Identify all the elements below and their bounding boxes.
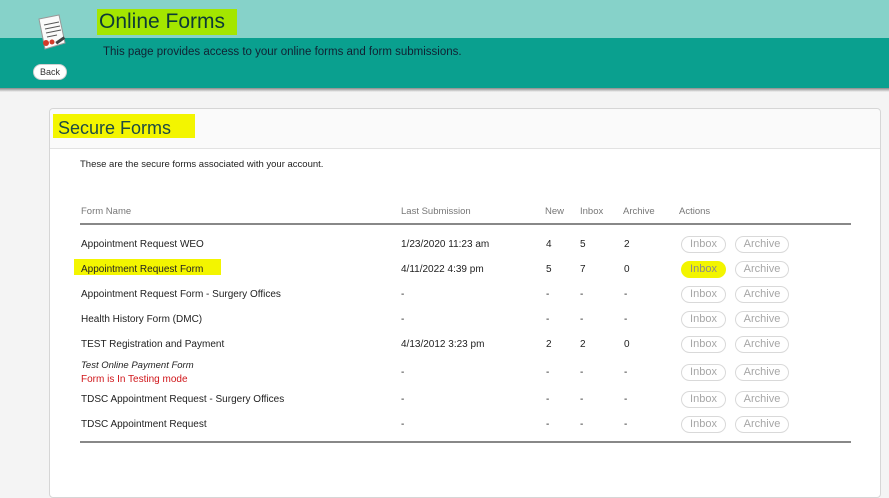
table-row: TDSC Appointment Request - Surgery Offic… [50, 391, 880, 417]
archive-count: - [624, 289, 628, 300]
inbox-count: 7 [580, 264, 586, 275]
card-header: Secure Forms [50, 109, 880, 149]
form-name: Appointment Request Form [81, 264, 204, 275]
inbox-button[interactable]: Inbox [681, 364, 726, 381]
inbox-count: 2 [580, 339, 586, 350]
form-name: TDSC Appointment Request [81, 419, 207, 430]
form-name: TDSC Appointment Request - Surgery Offic… [81, 394, 285, 405]
column-header-form-name: Form Name [81, 206, 132, 217]
testing-mode-status: Form is In Testing mode [81, 374, 188, 385]
archive-count: 0 [624, 264, 630, 275]
new-count: - [546, 367, 550, 378]
table-row: Appointment Request Form 4/11/2022 4:39 … [50, 259, 880, 287]
inbox-count: - [580, 314, 584, 325]
form-name: Appointment Request WEO [81, 239, 204, 250]
inbox-button[interactable]: Inbox [681, 416, 726, 433]
inbox-button[interactable]: Inbox [681, 236, 726, 253]
inbox-button[interactable]: Inbox [681, 261, 726, 278]
table-bottom-rule [80, 441, 851, 443]
header-shadow [0, 88, 889, 92]
table-row: TDSC Appointment Request - - - - Inbox A… [50, 416, 880, 442]
archive-count: - [624, 314, 628, 325]
secure-forms-card: Secure Forms These are the secure forms … [49, 108, 881, 498]
back-button[interactable]: Back [33, 64, 67, 80]
table-row: Test Online Payment Form Form is In Test… [50, 359, 880, 391]
last-submission: 4/13/2012 3:23 pm [401, 339, 485, 350]
new-count: - [546, 419, 550, 430]
inbox-count: 5 [580, 239, 586, 250]
column-header-new: New [545, 206, 565, 217]
table-top-rule [80, 223, 851, 225]
archive-button[interactable]: Archive [735, 391, 789, 408]
archive-button[interactable]: Archive [735, 416, 789, 433]
column-header-last-submission: Last Submission [401, 206, 471, 217]
inbox-count: - [580, 394, 584, 405]
form-name: Health History Form (DMC) [81, 314, 203, 325]
archive-count: - [624, 367, 628, 378]
archive-button[interactable]: Archive [735, 336, 789, 353]
last-submission: - [401, 289, 405, 300]
new-count: 2 [546, 339, 552, 350]
new-count: - [546, 314, 550, 325]
table-row: Appointment Request Form - Surgery Offic… [50, 286, 880, 312]
archive-button[interactable]: Archive [735, 364, 789, 381]
archive-count: 0 [624, 339, 630, 350]
archive-count: 2 [624, 239, 630, 250]
new-count: - [546, 289, 550, 300]
inbox-button[interactable]: Inbox [681, 311, 726, 328]
column-header-inbox: Inbox [580, 206, 604, 217]
inbox-button[interactable]: Inbox [681, 336, 726, 353]
card-description: These are the secure forms associated wi… [80, 159, 324, 170]
table-row: Health History Form (DMC) - - - - Inbox … [50, 311, 880, 337]
last-submission: 4/11/2022 4:39 pm [401, 264, 484, 275]
card-title: Secure Forms [58, 118, 172, 138]
page-subtitle: This page provides access to your online… [103, 46, 462, 58]
last-submission: - [401, 367, 405, 378]
page-title: Online Forms [99, 10, 226, 33]
archive-count: - [624, 419, 628, 430]
archive-button[interactable]: Archive [735, 311, 789, 328]
new-count: 5 [546, 264, 552, 275]
form-name: TEST Registration and Payment [81, 339, 225, 350]
last-submission: - [401, 394, 405, 405]
last-submission: - [401, 314, 405, 325]
column-header-actions: Actions [679, 206, 711, 217]
form-name: Appointment Request Form - Surgery Offic… [81, 289, 281, 300]
page-header: Online Forms This page provides access t… [0, 0, 889, 92]
archive-button[interactable]: Archive [735, 286, 789, 303]
new-count: 4 [546, 239, 552, 250]
last-submission: - [401, 419, 405, 430]
form-name: Test Online Payment Form [81, 360, 194, 371]
last-submission: 1/23/2020 11:23 am [401, 239, 490, 250]
forms-document-icon [38, 14, 66, 50]
inbox-count: - [580, 419, 584, 430]
inbox-count: - [580, 367, 584, 378]
inbox-count: - [580, 289, 584, 300]
inbox-button[interactable]: Inbox [681, 286, 726, 303]
archive-count: - [624, 394, 628, 405]
inbox-button[interactable]: Inbox [681, 391, 726, 408]
column-header-archive: Archive [623, 206, 655, 217]
archive-button[interactable]: Archive [735, 236, 789, 253]
new-count: - [546, 394, 550, 405]
archive-button[interactable]: Archive [735, 261, 789, 278]
